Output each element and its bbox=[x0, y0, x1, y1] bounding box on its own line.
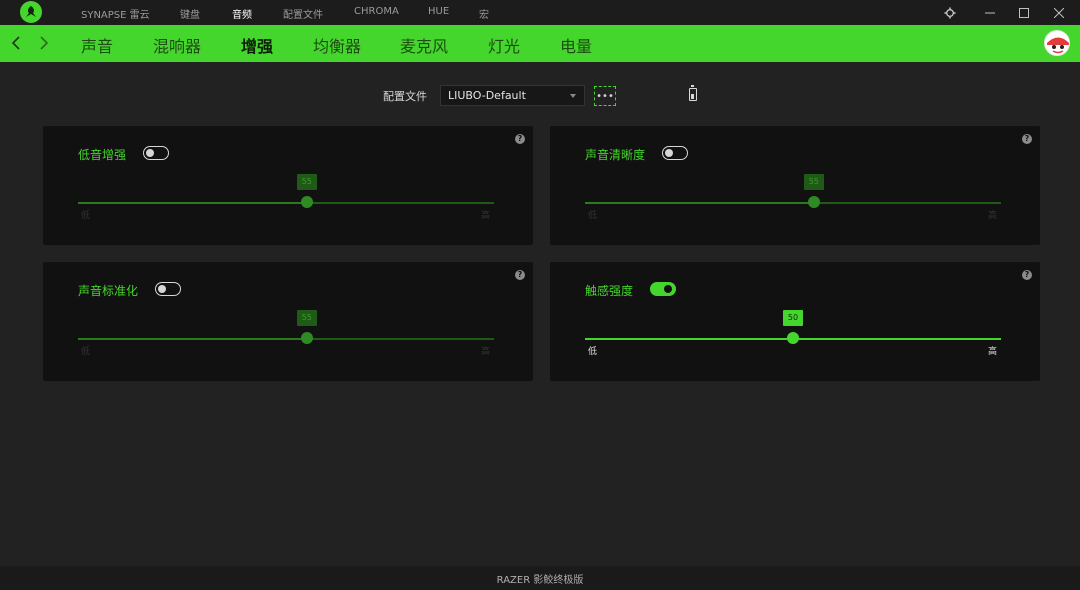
device-name: RAZER 影鲛终极版 bbox=[496, 575, 584, 586]
slider-value-badge: 55 bbox=[803, 174, 824, 190]
panel-voice-clarity: ? 声音清晰度 55 低 高 bbox=[550, 126, 1040, 245]
help-icon[interactable]: ? bbox=[515, 134, 525, 144]
tab-enhancement[interactable]: 增强 bbox=[241, 33, 273, 57]
title-bar: SYNAPSE 雷云 键盘 音频 配置文件 CHROMA HUE 宏 bbox=[0, 0, 1080, 25]
help-icon[interactable]: ? bbox=[515, 270, 525, 280]
panel-title: 声音清晰度 bbox=[585, 148, 646, 162]
profile-more-button[interactable]: ••• bbox=[594, 86, 616, 106]
sound-normalization-toggle[interactable] bbox=[155, 282, 181, 296]
topnav-item-hue[interactable]: HUE bbox=[428, 6, 449, 17]
topnav-item-profiles[interactable]: 配置文件 bbox=[283, 6, 323, 21]
synapse-window: SYNAPSE 雷云 键盘 音频 配置文件 CHROMA HUE 宏 声音 混响… bbox=[0, 0, 1080, 590]
maximize-icon[interactable] bbox=[1009, 0, 1039, 25]
slider-high-label: 高 bbox=[988, 211, 998, 221]
status-bar: RAZER 影鲛终极版 bbox=[0, 566, 1080, 590]
haptic-intensity-toggle[interactable] bbox=[650, 282, 676, 296]
panel-bass-boost: ? 低音增强 55 低 高 bbox=[43, 126, 533, 245]
close-icon[interactable] bbox=[1044, 0, 1074, 25]
minimize-icon[interactable] bbox=[975, 0, 1005, 25]
slider-thumb[interactable] bbox=[300, 332, 313, 344]
voice-clarity-toggle[interactable] bbox=[662, 146, 688, 160]
slider-track[interactable] bbox=[585, 202, 1001, 204]
chevron-left-icon[interactable] bbox=[6, 31, 26, 55]
slider-low-label: 低 bbox=[588, 211, 598, 221]
panel-title: 低音增强 bbox=[78, 148, 127, 162]
gear-icon[interactable] bbox=[935, 0, 965, 25]
topnav-item-keyboard[interactable]: 键盘 bbox=[180, 6, 200, 21]
slider-low-label: 低 bbox=[588, 347, 598, 357]
topnav-item-macro[interactable]: 宏 bbox=[479, 6, 489, 21]
slider-track[interactable] bbox=[78, 202, 494, 204]
tab-mixer[interactable]: 混响器 bbox=[153, 33, 201, 57]
slider-low-label: 低 bbox=[81, 211, 91, 221]
tab-equalizer[interactable]: 均衡器 bbox=[313, 33, 361, 57]
slider-high-label: 高 bbox=[988, 347, 998, 357]
topnav-item-synapse[interactable]: SYNAPSE 雷云 bbox=[81, 6, 150, 21]
topnav-item-audio[interactable]: 音频 bbox=[232, 6, 252, 21]
razer-logo-icon[interactable] bbox=[20, 1, 42, 23]
slider-value-badge: 55 bbox=[296, 310, 317, 326]
panel-haptic-intensity: ? 触感强度 50 低 高 bbox=[550, 262, 1040, 381]
slider-value-badge: 55 bbox=[296, 174, 317, 190]
slider-thumb[interactable] bbox=[300, 196, 313, 208]
slider-thumb[interactable] bbox=[807, 196, 820, 208]
tab-bar: 声音 混响器 增强 均衡器 麦克风 灯光 电量 bbox=[0, 25, 1080, 62]
tab-mic[interactable]: 麦克风 bbox=[400, 33, 448, 57]
avatar[interactable] bbox=[1044, 30, 1070, 56]
panel-title: 声音标准化 bbox=[78, 284, 139, 298]
slider-high-label: 高 bbox=[481, 347, 491, 357]
slider-track[interactable] bbox=[78, 338, 494, 340]
slider-value-badge: 50 bbox=[783, 310, 803, 326]
panel-sound-normalization: ? 声音标准化 55 低 高 bbox=[43, 262, 533, 381]
help-icon[interactable]: ? bbox=[1022, 134, 1032, 144]
help-icon[interactable]: ? bbox=[1022, 270, 1032, 280]
tab-sound[interactable]: 声音 bbox=[81, 33, 113, 57]
profile-select-value: LIUBO-Default bbox=[448, 89, 526, 102]
chevron-down-icon bbox=[570, 94, 576, 98]
slider-thumb[interactable] bbox=[787, 332, 799, 344]
profile-select[interactable]: LIUBO-Default bbox=[440, 85, 585, 106]
slider-high-label: 高 bbox=[481, 211, 491, 221]
topnav-item-chroma[interactable]: CHROMA bbox=[354, 6, 399, 17]
tab-lighting[interactable]: 灯光 bbox=[488, 33, 520, 57]
battery-icon bbox=[689, 85, 697, 101]
chevron-right-icon[interactable] bbox=[34, 31, 54, 55]
panel-title: 触感强度 bbox=[585, 284, 634, 298]
tab-power[interactable]: 电量 bbox=[560, 33, 592, 57]
slider-low-label: 低 bbox=[81, 347, 91, 357]
profile-label: 配置文件 bbox=[383, 90, 427, 103]
bass-boost-toggle[interactable] bbox=[143, 146, 169, 160]
